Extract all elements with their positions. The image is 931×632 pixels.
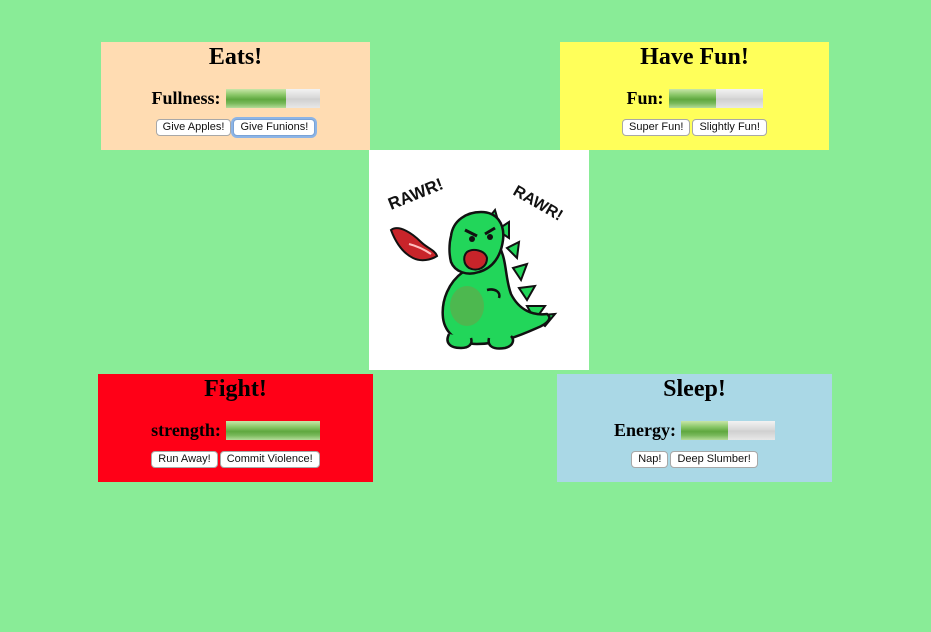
dinosaur-image: RAWR! RAWR! [369, 150, 589, 370]
super-fun-button[interactable]: Super Fun! [622, 119, 691, 136]
energy-stat: Energy: [557, 420, 832, 440]
eats-panel: Eats! Fullness: Give Apples! Give Funion… [101, 42, 370, 150]
sleep-buttons: Nap! Deep Slumber! [557, 451, 832, 468]
deep-slumber-button[interactable]: Deep Slumber! [670, 451, 758, 468]
dinosaur-eye-left [469, 236, 475, 242]
eats-buttons: Give Apples! Give Funions! [101, 119, 370, 136]
fun-progress-fill [668, 88, 716, 108]
energy-progress-bar [681, 420, 775, 440]
slightly-fun-button[interactable]: Slightly Fun! [692, 119, 767, 136]
rawr-left-text: RAWR! [385, 175, 446, 214]
dinosaur-belly [450, 286, 484, 326]
nap-button[interactable]: Nap! [631, 451, 669, 468]
strength-progress-bar [225, 420, 320, 440]
fullness-label: Fullness: [151, 87, 221, 108]
fight-panel: Fight! strength: Run Away! Commit Violen… [98, 374, 373, 482]
dinosaur-illustration: RAWR! RAWR! [385, 175, 565, 350]
fun-label: Fun: [626, 87, 664, 108]
sleep-title: Sleep! [663, 376, 726, 402]
give-apples-button[interactable]: Give Apples! [155, 119, 232, 136]
fullness-stat: Fullness: [101, 88, 370, 108]
fight-buttons: Run Away! Commit Violence! [98, 451, 373, 468]
fun-title: Have Fun! [640, 44, 749, 70]
commit-violence-button[interactable]: Commit Violence! [219, 451, 320, 468]
give-funions-button[interactable]: Give Funions! [233, 119, 316, 136]
fight-title: Fight! [204, 376, 267, 402]
strength-label: strength: [151, 419, 221, 440]
fullness-progress-fill [225, 88, 286, 108]
fun-panel: Have Fun! Fun: Super Fun! Slightly Fun! [560, 42, 829, 150]
fun-stat: Fun: [560, 88, 829, 108]
fullness-progress-bar [225, 88, 320, 108]
fun-buttons: Super Fun! Slightly Fun! [560, 119, 829, 136]
energy-label: Energy: [614, 419, 676, 440]
dinosaur-mouth [463, 249, 489, 271]
rawr-right-text: RAWR! [510, 183, 565, 225]
strength-progress-fill [225, 420, 320, 440]
fun-progress-bar [668, 88, 763, 108]
energy-progress-fill [681, 420, 728, 440]
dinosaur-eye-right [487, 234, 493, 240]
strength-stat: strength: [98, 420, 373, 440]
fire-breath [389, 227, 439, 262]
dinosaur-leg-right [487, 335, 515, 350]
run-away-button[interactable]: Run Away! [151, 451, 218, 468]
eats-title: Eats! [208, 44, 263, 70]
sleep-panel: Sleep! Energy: Nap! Deep Slumber! [557, 374, 832, 482]
